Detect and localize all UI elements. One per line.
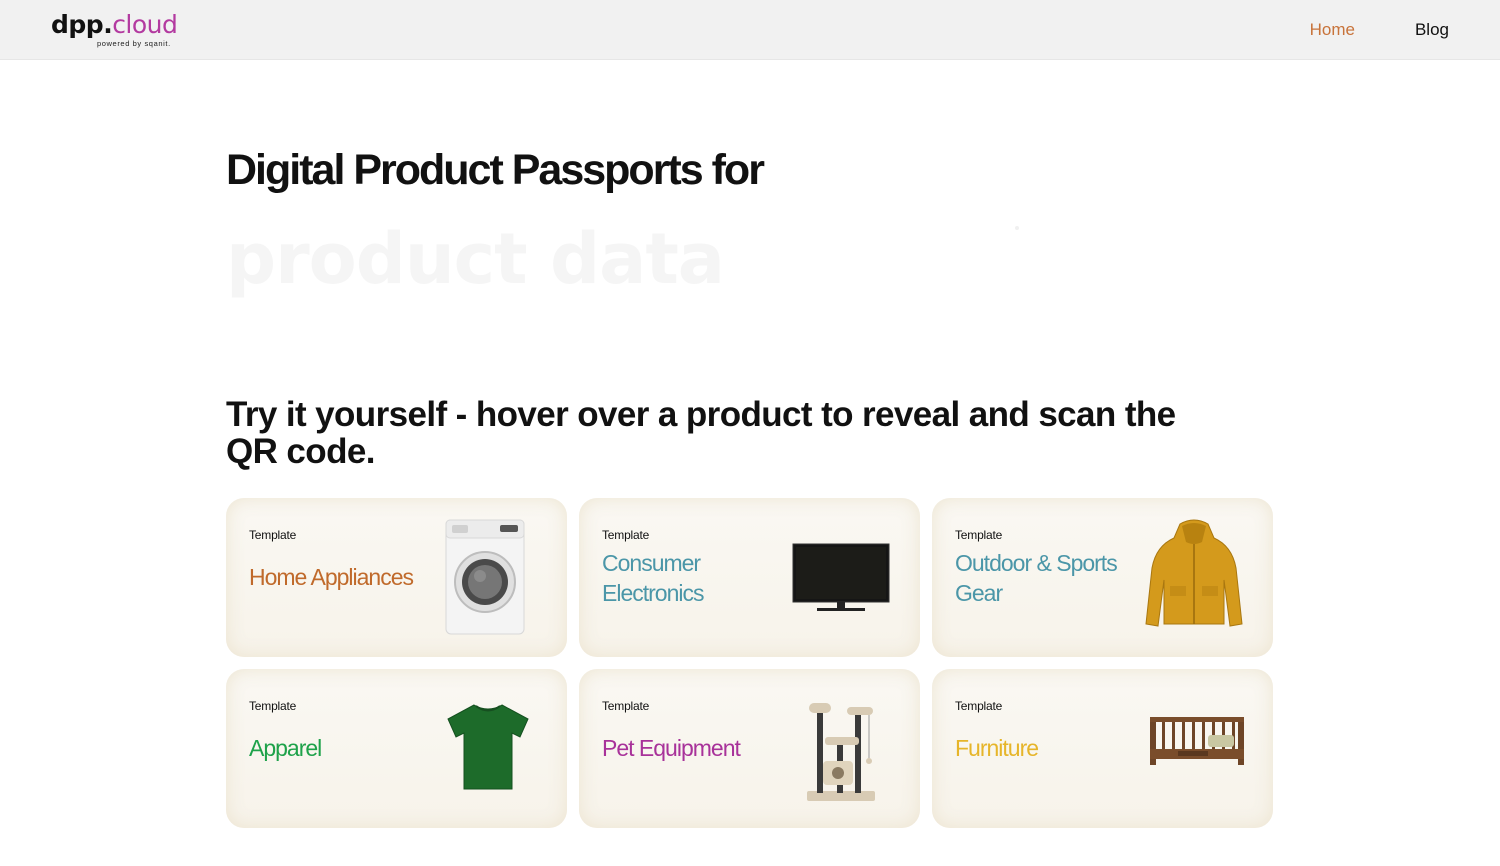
card-tag: Template: [602, 528, 650, 542]
card-title: Furniture: [955, 735, 1039, 761]
nav-home-link[interactable]: Home: [1310, 20, 1355, 40]
card-furniture[interactable]: Template Furniture: [932, 669, 1273, 828]
card-consumer-electronics[interactable]: Template Consumer Electronics: [579, 498, 920, 657]
logo-dpp: dpp: [51, 10, 104, 39]
card-apparel[interactable]: Template Apparel: [226, 669, 567, 828]
typing-cursor: [1015, 226, 1019, 230]
card-title: Pet Equipment: [602, 735, 741, 761]
main-nav: Home Blog: [1310, 0, 1449, 60]
tshirt-icon: [447, 704, 529, 790]
card-title: Home Appliances: [249, 564, 414, 590]
logo-wordmark: dpp.cloud: [51, 10, 178, 39]
card-tag: Template: [249, 528, 297, 542]
card-outdoor-sports-gear[interactable]: Template Outdoor & Sports Gear: [932, 498, 1273, 657]
logo-dot: .: [103, 10, 113, 39]
crib-bed-icon: [1150, 717, 1244, 765]
card-tag: Template: [955, 699, 1003, 713]
hero-title: Digital Product Passports for: [226, 146, 765, 194]
card-title: Outdoor & Sports Gear: [955, 550, 1118, 606]
card-title: Consumer Electronics: [602, 550, 704, 606]
cat-tree-icon: [807, 703, 875, 801]
jacket-icon: [1145, 519, 1243, 627]
logo[interactable]: dpp.cloud powered by sqanit.: [51, 10, 178, 49]
try-it-subtitle: Try it yourself - hover over a product t…: [226, 395, 1176, 471]
logo-tagline: powered by sqanit.: [97, 39, 171, 48]
washing-machine-icon: [445, 519, 525, 635]
card-tag: Template: [249, 699, 297, 713]
nav-blog-link[interactable]: Blog: [1415, 20, 1449, 40]
card-tag: Template: [602, 699, 650, 713]
card-pet-equipment[interactable]: Template Pet Equipment: [579, 669, 920, 828]
card-home-appliances[interactable]: Template Home Appliances: [226, 498, 567, 657]
template-card-grid: Template Home Appliances Template Consum…: [226, 498, 1274, 828]
top-header: dpp.cloud powered by sqanit. Home Blog: [0, 0, 1500, 60]
logo-cloud: cloud: [112, 10, 178, 39]
tv-icon: [792, 543, 890, 611]
hero-typed-text: product data: [226, 218, 725, 300]
card-tag: Template: [955, 528, 1003, 542]
card-title: Apparel: [249, 735, 322, 761]
